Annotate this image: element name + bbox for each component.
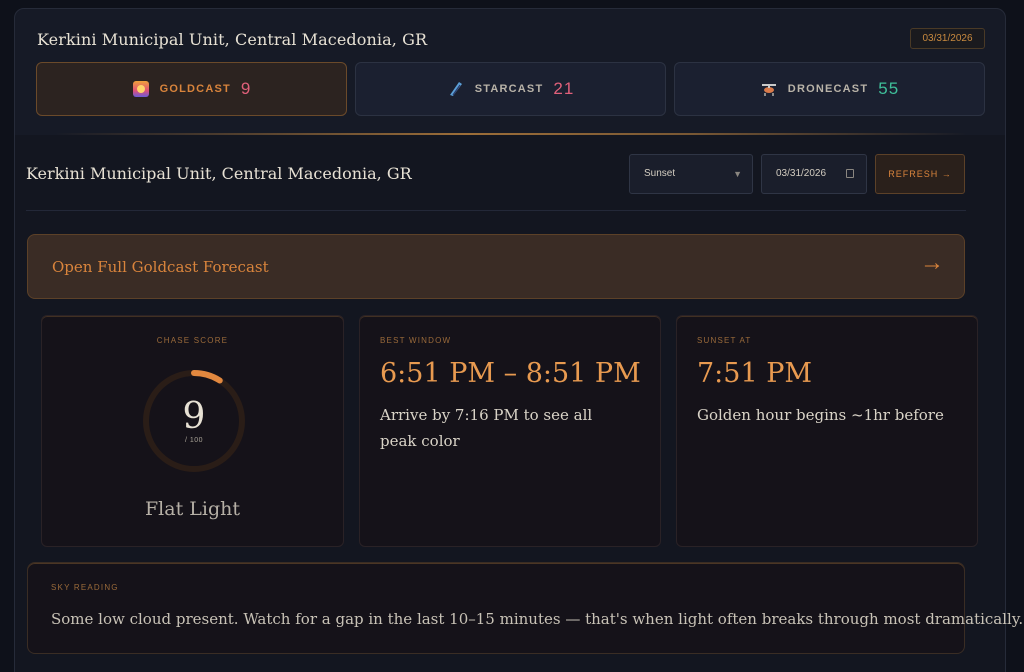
sunset-card: SUNSET AT 7:51 PM Golden hour begins ~1h… xyxy=(676,315,978,547)
date-badge: 03/31/2026 xyxy=(910,28,985,49)
tab-count: 21 xyxy=(553,79,575,98)
card-label: BEST WINDOW xyxy=(380,336,452,345)
chevron-down-icon: ▼ xyxy=(733,169,742,179)
card-label: SKY READING xyxy=(51,583,119,592)
card-label: CHASE SCORE xyxy=(156,336,229,345)
sky-reading-card: SKY READING Some low cloud present. Watc… xyxy=(27,562,1024,654)
card-label: SUNSET AT xyxy=(697,336,752,345)
banner-label: Open Full Goldcast Forecast xyxy=(52,258,269,276)
sunset-note: Golden hour begins ~1hr before xyxy=(697,406,944,424)
date-field[interactable]: 03/31/2026 xyxy=(761,154,867,194)
arrow-right-icon: → xyxy=(920,249,944,276)
galaxy-icon xyxy=(449,82,462,96)
best-window-time: 6:51 PM – 8:51 PM xyxy=(380,358,641,389)
open-forecast-button[interactable]: Open Full Goldcast Forecast → xyxy=(27,234,965,299)
event-select[interactable]: Sunset ▼ xyxy=(629,154,753,194)
tab-count: 55 xyxy=(878,79,900,98)
tab-starcast[interactable]: STARCAST 21 xyxy=(355,62,666,116)
drone-icon xyxy=(761,84,776,96)
divider xyxy=(26,210,966,211)
tab-label: GOLDCAST xyxy=(159,83,231,95)
refresh-button[interactable]: REFRESH → xyxy=(875,154,965,194)
location-label: Kerkini Municipal Unit, Central Macedoni… xyxy=(26,164,412,183)
tab-count: 9 xyxy=(240,79,252,98)
sky-reading-text: Some low cloud present. Watch for a gap … xyxy=(51,610,1024,628)
score-value: 9 xyxy=(182,396,206,437)
best-window-card: BEST WINDOW 6:51 PM – 8:51 PM Arrive by … xyxy=(359,315,661,547)
score-verdict: Flat Light xyxy=(145,498,240,520)
event-select-value: Sunset xyxy=(644,168,676,179)
score-max: / 100 xyxy=(184,437,204,444)
tab-label: STARCAST xyxy=(474,83,544,95)
tab-goldcast[interactable]: GOLDCAST 9 xyxy=(36,62,347,116)
tab-dronecast[interactable]: DRONECAST 55 xyxy=(674,62,985,116)
date-field-value: 03/31/2026 xyxy=(776,168,827,179)
calendar-icon[interactable] xyxy=(846,169,854,178)
sunset-time: 7:51 PM xyxy=(697,358,813,389)
tab-label: DRONECAST xyxy=(787,83,869,95)
best-window-note: Arrive by 7:16 PM to see all peak color xyxy=(380,406,593,450)
location-title: Kerkini Municipal Unit, Central Macedoni… xyxy=(37,30,428,49)
sunset-icon xyxy=(132,81,149,97)
chase-score-card: CHASE SCORE 9 / 100 Flat Light xyxy=(41,315,344,547)
score-ring: 9 / 100 xyxy=(139,366,249,476)
